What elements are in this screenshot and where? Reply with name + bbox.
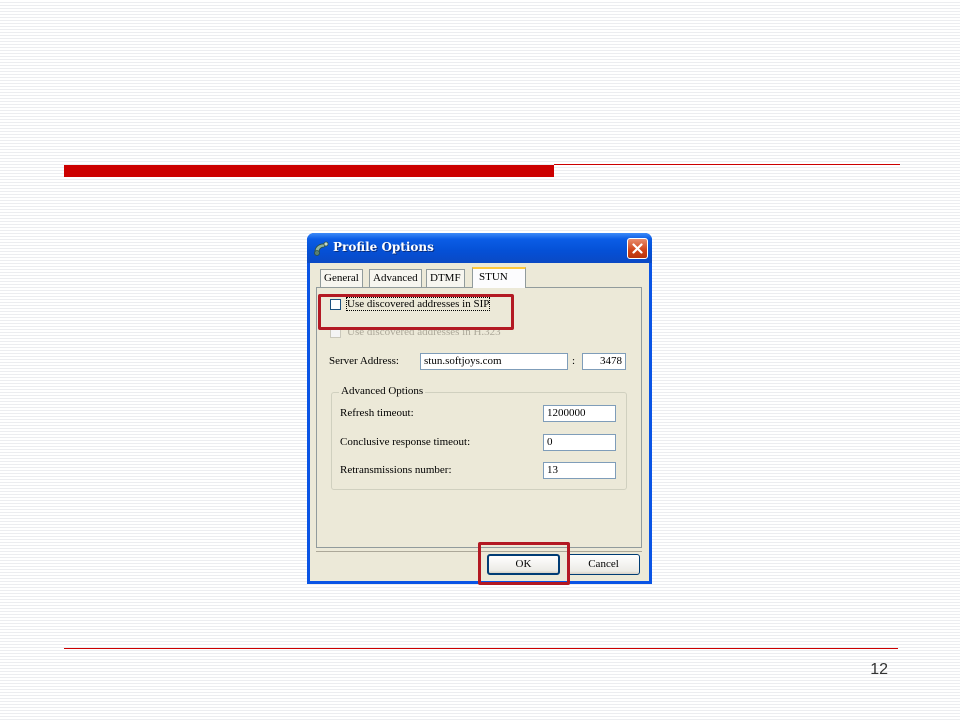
sip-highlight-box [318, 294, 514, 330]
tab-stun[interactable]: STUN [472, 267, 526, 288]
advanced-options-group: Advanced Options Refresh timeout: 120000… [331, 385, 627, 490]
advanced-options-title: Advanced Options [339, 385, 426, 397]
conclusive-timeout-input[interactable]: 0 [543, 434, 616, 451]
retransmissions-label: Retransmissions number: [340, 464, 452, 476]
server-address-input[interactable]: stun.softjoys.com [420, 353, 568, 370]
server-address-label: Server Address: [329, 355, 399, 367]
slide-footer-line [64, 648, 898, 649]
port-input[interactable]: 3478 [582, 353, 626, 370]
port-separator: : [572, 355, 576, 367]
slide-header-bar [64, 165, 554, 177]
refresh-timeout-input[interactable]: 1200000 [543, 405, 616, 422]
tab-dtmf[interactable]: DTMF [426, 269, 465, 287]
cancel-button[interactable]: Cancel [567, 554, 640, 575]
app-icon [314, 241, 329, 256]
retransmissions-input[interactable]: 13 [543, 462, 616, 479]
page-number: 12 [870, 661, 888, 678]
close-button[interactable] [627, 238, 648, 259]
slide-header-line [554, 164, 900, 165]
conclusive-timeout-label: Conclusive response timeout: [340, 436, 471, 448]
close-icon [632, 243, 643, 254]
dialog-titlebar[interactable]: Profile Options [307, 233, 652, 263]
profile-options-dialog: Profile Options Use discovered addresses… [307, 233, 652, 584]
tab-general[interactable]: General [320, 269, 363, 287]
dialog-title: Profile Options [333, 240, 434, 254]
ok-highlight-box [478, 542, 570, 585]
refresh-timeout-label: Refresh timeout: [340, 407, 414, 419]
tab-advanced[interactable]: Advanced [369, 269, 422, 287]
